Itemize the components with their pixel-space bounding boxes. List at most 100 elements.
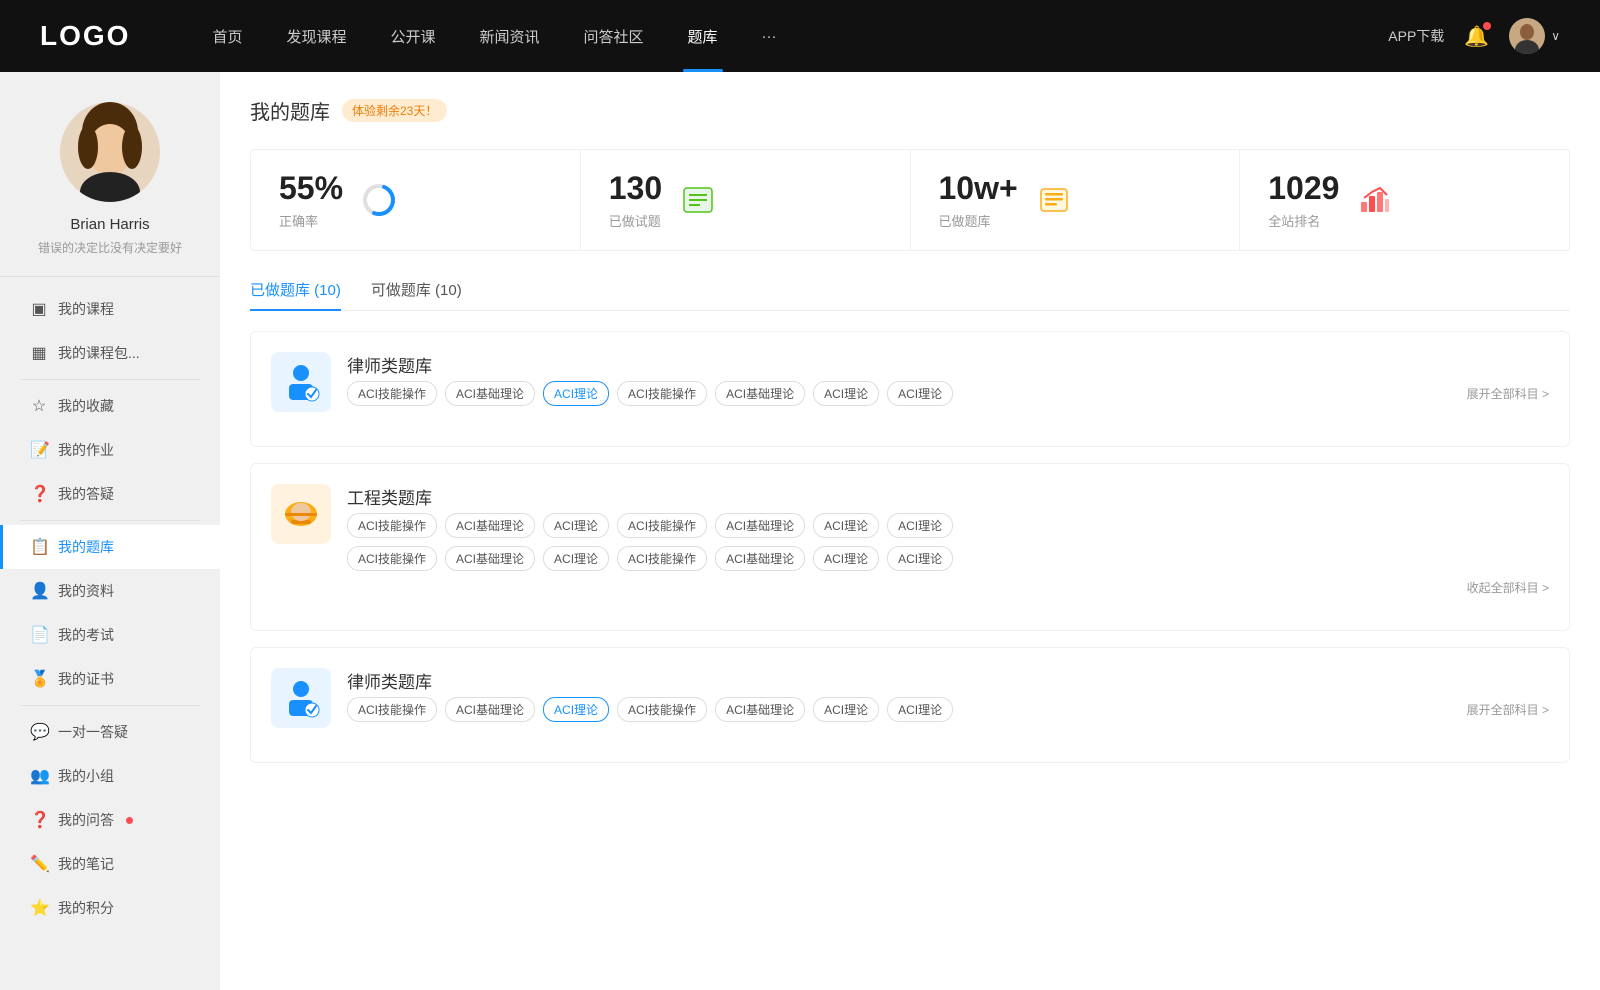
qbank-header-2: 工程类题库 ACI技能操作 ACI基础理论 ACI理论 ACI技能操作 ACI基…: [271, 484, 1549, 596]
sidebar-item-label: 我的答疑: [58, 484, 114, 504]
tag[interactable]: ACI理论: [887, 697, 953, 722]
sidebar-item-questions[interactable]: ❓ 我的答疑: [0, 472, 220, 516]
points-icon: ⭐: [30, 898, 48, 918]
divider3: [20, 705, 200, 706]
tag[interactable]: ACI技能操作: [617, 381, 707, 406]
sidebar-item-homework[interactable]: 📝 我的作业: [0, 428, 220, 472]
tag[interactable]: ACI基础理论: [715, 697, 805, 722]
tab-todo[interactable]: 可做题库 (10): [371, 279, 462, 310]
qbank-icon-engineer: [271, 484, 331, 544]
nav-more[interactable]: ···: [740, 0, 799, 72]
nav-discover[interactable]: 发现课程: [264, 0, 368, 72]
sidebar-item-my-qa[interactable]: ❓ 我的问答: [0, 798, 220, 842]
sidebar-item-label: 我的问答: [58, 810, 114, 830]
sidebar-item-notes[interactable]: ✏️ 我的笔记: [0, 842, 220, 886]
tag[interactable]: ACI技能操作: [347, 697, 437, 722]
sidebar-item-1on1[interactable]: 💬 一对一答疑: [0, 710, 220, 754]
user-avatar-wrap[interactable]: ∨: [1509, 18, 1560, 54]
sidebar-item-label: 一对一答疑: [58, 722, 128, 742]
tag[interactable]: ACI基础理论: [445, 513, 535, 538]
sidebar: Brian Harris 错误的决定比没有决定要好 ▣ 我的课程 ▦ 我的课程包…: [0, 72, 220, 990]
tag[interactable]: ACI理论: [813, 546, 879, 571]
tag[interactable]: ACI技能操作: [347, 513, 437, 538]
qbank-icon-lawyer-1: [271, 352, 331, 412]
tag[interactable]: ACI理论: [887, 546, 953, 571]
sidebar-item-label: 我的考试: [58, 625, 114, 645]
tags-row-2b: ACI技能操作 ACI基础理论 ACI理论 ACI技能操作 ACI基础理论 AC…: [347, 546, 1549, 571]
app-download-link[interactable]: APP下载: [1388, 26, 1444, 46]
done-b-label: 已做题库: [939, 211, 1018, 230]
sidebar-item-favorites[interactable]: ☆ 我的收藏: [0, 384, 220, 428]
sidebar-item-label: 我的课程包...: [58, 343, 140, 363]
sidebar-item-group[interactable]: 👥 我的小组: [0, 754, 220, 798]
profile-section: Brian Harris 错误的决定比没有决定要好: [0, 72, 220, 277]
notification-bell[interactable]: 🔔: [1464, 24, 1489, 49]
tag[interactable]: ACI理论: [813, 697, 879, 722]
qbank-card-engineer: 工程类题库 ACI技能操作 ACI基础理论 ACI理论 ACI技能操作 ACI基…: [250, 463, 1570, 631]
avatar: [1509, 18, 1545, 54]
tag[interactable]: ACI技能操作: [617, 546, 707, 571]
sidebar-item-questionbank[interactable]: 📋 我的题库: [0, 525, 220, 569]
tag[interactable]: ACI基础理论: [445, 381, 535, 406]
tag[interactable]: ACI基础理论: [445, 546, 535, 571]
stat-done-questions: 130 已做试题: [581, 150, 911, 250]
tag[interactable]: ACI技能操作: [347, 546, 437, 571]
tags-row-1: ACI技能操作 ACI基础理论 ACI理论 ACI技能操作 ACI基础理论 AC…: [347, 381, 1549, 406]
tag[interactable]: ACI理论: [887, 513, 953, 538]
group-icon: 👥: [30, 766, 48, 786]
page-header: 我的题库 体验剩余23天！: [250, 96, 1570, 125]
tag[interactable]: ACI基础理论: [715, 381, 805, 406]
tag[interactable]: ACI技能操作: [617, 697, 707, 722]
nav-open-course[interactable]: 公开课: [368, 0, 457, 72]
tab-done[interactable]: 已做题库 (10): [250, 279, 341, 310]
courses-icon: ▣: [30, 299, 48, 319]
collapse-link[interactable]: 收起全部科目 >: [347, 579, 1549, 596]
tag[interactable]: ACI技能操作: [347, 381, 437, 406]
one-on-one-icon: 💬: [30, 722, 48, 742]
sidebar-item-exam[interactable]: 📄 我的考试: [0, 613, 220, 657]
profile-icon: 👤: [30, 581, 48, 601]
sidebar-item-certificate[interactable]: 🏅 我的证书: [0, 657, 220, 701]
done-b-value: 10w+: [939, 170, 1018, 207]
sidebar-item-course-packages[interactable]: ▦ 我的课程包...: [0, 331, 220, 375]
sidebar-menu: ▣ 我的课程 ▦ 我的课程包... ☆ 我的收藏 📝 我的作业 ❓ 我的答疑: [0, 277, 220, 940]
tag[interactable]: ACI理论: [813, 513, 879, 538]
stat-rank-text: 1029 全站排名: [1268, 170, 1339, 230]
tag[interactable]: ACI基础理论: [715, 513, 805, 538]
tag[interactable]: ACI理论: [543, 546, 609, 571]
stat-done-banks: 10w+ 已做题库: [911, 150, 1241, 250]
tag[interactable]: ACI基础理论: [715, 546, 805, 571]
sidebar-item-label: 我的作业: [58, 440, 114, 460]
sidebar-item-courses[interactable]: ▣ 我的课程: [0, 287, 220, 331]
content: 我的题库 体验剩余23天！ 55% 正确率: [220, 72, 1600, 990]
notes-icon: ✏️: [30, 854, 48, 874]
exam-icon: 📄: [30, 625, 48, 645]
nav-question-bank[interactable]: 题库: [666, 0, 740, 72]
header: LOGO 首页 发现课程 公开课 新闻资讯 问答社区 题库 ··· APP下载 …: [0, 0, 1600, 72]
qbank-card-lawyer-2: 律师类题库 ACI技能操作 ACI基础理论 ACI理论 ACI技能操作 ACI基…: [250, 647, 1570, 763]
divider2: [20, 520, 200, 521]
tag[interactable]: ACI理论: [813, 381, 879, 406]
tag[interactable]: ACI理论: [543, 513, 609, 538]
tag[interactable]: ACI基础理论: [445, 697, 535, 722]
nav-qa[interactable]: 问答社区: [562, 0, 666, 72]
tag-active[interactable]: ACI理论: [543, 381, 609, 406]
notification-dot: [1483, 22, 1491, 30]
nav-home[interactable]: 首页: [190, 0, 264, 72]
tag-active[interactable]: ACI理论: [543, 697, 609, 722]
main-wrap: Brian Harris 错误的决定比没有决定要好 ▣ 我的课程 ▦ 我的课程包…: [0, 0, 1600, 990]
done-q-label: 已做试题: [609, 211, 662, 230]
logo: LOGO: [40, 20, 130, 52]
qbank-title-2: 工程类题库: [347, 484, 1549, 509]
expand-link-3[interactable]: 展开全部科目 >: [1467, 701, 1549, 718]
sidebar-item-points[interactable]: ⭐ 我的积分: [0, 886, 220, 930]
profile-name: Brian Harris: [70, 216, 149, 233]
tag[interactable]: ACI理论: [887, 381, 953, 406]
qbank-icon-lawyer-2: [271, 668, 331, 728]
trial-badge: 体验剩余23天！: [342, 99, 447, 122]
nav-news[interactable]: 新闻资讯: [458, 0, 562, 72]
expand-link-1[interactable]: 展开全部科目 >: [1467, 385, 1549, 402]
sidebar-item-profile[interactable]: 👤 我的资料: [0, 569, 220, 613]
stat-rank: 1029 全站排名: [1240, 150, 1569, 250]
tag[interactable]: ACI技能操作: [617, 513, 707, 538]
